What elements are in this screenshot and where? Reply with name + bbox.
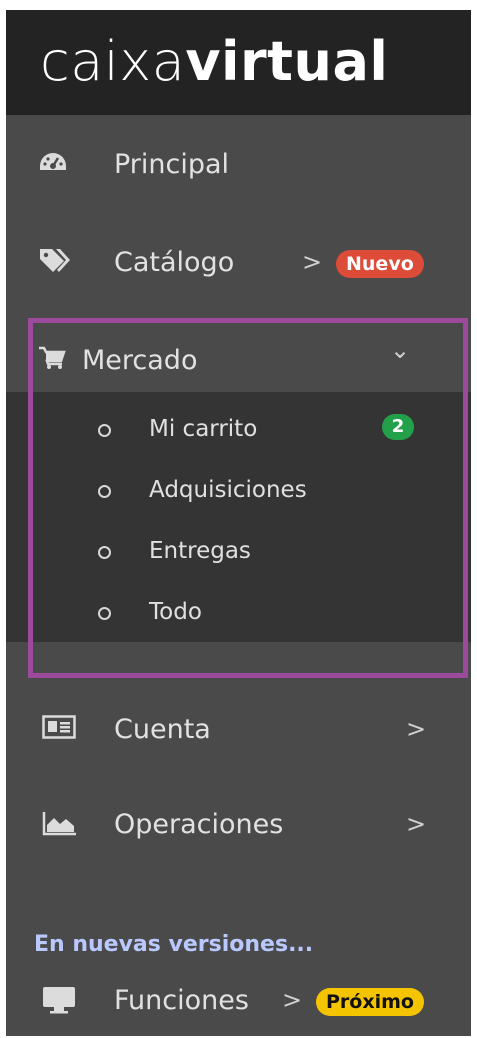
dashboard-icon xyxy=(38,150,70,178)
desktop-icon xyxy=(42,986,75,1014)
menu-label-catalogo: Catálogo xyxy=(114,247,235,278)
chevron-right-icon: > xyxy=(302,248,323,276)
menu-label-funciones: Funciones xyxy=(114,985,249,1016)
circle-icon xyxy=(98,485,111,498)
chevron-down-icon: ⌄ xyxy=(390,336,411,364)
circle-icon xyxy=(98,607,111,620)
submenu-item-adquisiciones[interactable]: Adquisiciones xyxy=(6,463,471,523)
id-card-icon xyxy=(42,715,76,743)
menu-label-principal: Principal xyxy=(114,149,230,180)
chevron-right-icon: > xyxy=(282,986,303,1014)
chevron-right-icon: > xyxy=(406,715,427,743)
menu-label-mercado: Mercado xyxy=(82,345,198,376)
menu-item-mercado[interactable]: Mercado ⌄ xyxy=(6,332,471,388)
area-chart-icon xyxy=(42,810,76,838)
coming-soon-badge: Próximo xyxy=(316,988,424,1016)
submenu-label: Adquisiciones xyxy=(149,477,307,503)
menu-label-operaciones: Operaciones xyxy=(114,809,284,840)
chevron-right-icon: > xyxy=(406,810,427,838)
new-badge: Nuevo xyxy=(336,250,424,278)
menu-item-catalogo[interactable]: Catálogo > Nuevo xyxy=(6,238,471,288)
circle-icon xyxy=(98,546,111,559)
submenu-item-entregas[interactable]: Entregas xyxy=(6,524,471,584)
section-title: En nuevas versiones... xyxy=(34,932,314,957)
logo-part1: caixa xyxy=(40,30,186,93)
cart-count-badge: 2 xyxy=(382,414,414,440)
menu-item-funciones[interactable]: Funciones > Próximo xyxy=(6,976,471,1026)
menu-item-principal[interactable]: Principal xyxy=(6,140,471,190)
cart-icon xyxy=(38,346,70,374)
logo-part2: virtual xyxy=(185,30,389,93)
submenu-item-mi-carrito[interactable]: Mi carrito 2 xyxy=(6,402,471,462)
sidebar: caixavirtual Principal Catálogo > Nuevo … xyxy=(6,10,471,1036)
submenu-item-todo[interactable]: Todo xyxy=(6,585,471,645)
tags-icon xyxy=(38,246,70,274)
menu-item-operaciones[interactable]: Operaciones > xyxy=(6,800,471,850)
submenu-label: Todo xyxy=(149,599,202,625)
submenu-label: Entregas xyxy=(149,538,251,564)
circle-icon xyxy=(98,424,111,437)
submenu-mercado: Mi carrito 2 Adquisiciones Entregas Todo xyxy=(6,392,471,642)
logo: caixavirtual xyxy=(40,30,388,94)
menu-item-cuenta[interactable]: Cuenta > xyxy=(6,705,471,755)
submenu-label: Mi carrito xyxy=(149,416,258,442)
menu-label-cuenta: Cuenta xyxy=(114,714,211,745)
brand-header[interactable]: caixavirtual xyxy=(6,10,471,115)
